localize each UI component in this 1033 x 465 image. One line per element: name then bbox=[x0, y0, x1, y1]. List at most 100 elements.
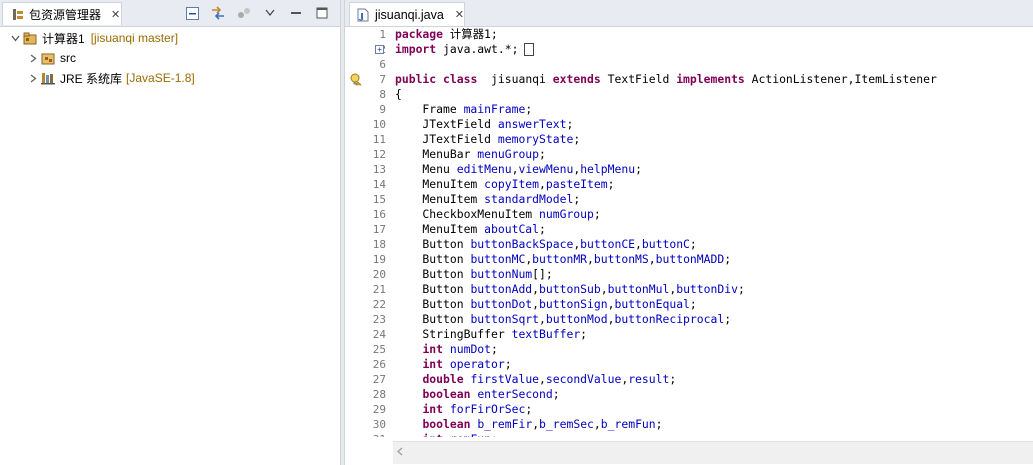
code-token: MenuItem bbox=[395, 222, 485, 236]
line-number: 31 bbox=[345, 432, 393, 437]
code-line[interactable]: MenuItem standardModel; bbox=[395, 192, 937, 207]
line-number-text: 15 bbox=[372, 193, 386, 206]
code-area[interactable]: 12+6 7 8 9 10 11 12 13 14 15 16 17 18 19 20 21 22 23 24 25 2… bbox=[345, 27, 1033, 437]
code-token: ; bbox=[525, 102, 533, 116]
maximize-icon[interactable] bbox=[314, 5, 330, 21]
code-line[interactable]: MenuItem copyItem,pasteItem; bbox=[395, 177, 937, 192]
collapse-all-icon[interactable] bbox=[184, 5, 200, 21]
code-line[interactable]: Frame mainFrame; bbox=[395, 102, 937, 117]
code-line[interactable]: Button buttonNum[]; bbox=[395, 267, 937, 282]
line-number: 15 bbox=[345, 192, 393, 207]
code-line[interactable]: int remFun; bbox=[395, 432, 937, 437]
code-line[interactable]: Button buttonBackSpace,buttonCE,buttonC; bbox=[395, 237, 937, 252]
field-token: b_remFun bbox=[600, 417, 656, 431]
field-token: menuGroup bbox=[477, 147, 540, 161]
code-line[interactable]: double firstValue,secondValue,result; bbox=[395, 372, 937, 387]
code-token: Frame bbox=[395, 102, 464, 116]
chevron-right-icon[interactable] bbox=[26, 73, 40, 83]
chevron-left-icon[interactable] bbox=[397, 447, 403, 459]
code-token: ; bbox=[724, 252, 732, 266]
code-token: ; bbox=[655, 417, 663, 431]
code-token: ; bbox=[525, 402, 533, 416]
editor-tab-jisuanqi[interactable]: jisuanqi.java ✕ bbox=[349, 2, 465, 26]
code-token: ; bbox=[689, 237, 697, 251]
field-token: memoryState bbox=[497, 132, 574, 146]
code-line[interactable]: MenuItem aboutCal; bbox=[395, 222, 937, 237]
field-token: buttonMS bbox=[593, 252, 649, 266]
code-line[interactable]: MenuBar menuGroup; bbox=[395, 147, 937, 162]
line-number: 28 bbox=[345, 387, 393, 402]
close-icon[interactable]: ✕ bbox=[111, 8, 120, 21]
code-line[interactable]: { bbox=[395, 87, 937, 102]
code-line[interactable]: package 计算器1; bbox=[395, 27, 937, 42]
line-number: 24 bbox=[345, 327, 393, 342]
code-token: Button bbox=[395, 297, 471, 311]
field-token: viewMenu bbox=[518, 162, 574, 176]
code-token: ; bbox=[689, 297, 697, 311]
view-menu-icon[interactable] bbox=[262, 5, 278, 21]
keyword-token: int bbox=[422, 402, 444, 416]
chevron-down-icon[interactable] bbox=[8, 35, 22, 42]
tree-item-src[interactable]: src bbox=[0, 48, 340, 68]
code-line[interactable]: int forFirOrSec; bbox=[395, 402, 937, 417]
code-token: , bbox=[587, 252, 594, 266]
code-line[interactable]: public class jisuanqi extends TextField … bbox=[395, 72, 937, 87]
minimize-icon[interactable] bbox=[288, 5, 304, 21]
field-token: buttonMADD bbox=[655, 252, 725, 266]
field-token: editMenu bbox=[456, 162, 512, 176]
code-line[interactable] bbox=[395, 57, 937, 72]
code-line[interactable]: JTextField memoryState; bbox=[395, 132, 937, 147]
code-line[interactable]: CheckboxMenuItem numGroup; bbox=[395, 207, 937, 222]
code-line[interactable]: Button buttonDot,buttonSign,buttonEqual; bbox=[395, 297, 937, 312]
tree-item-project[interactable]: 计算器1 [jisuanqi master] bbox=[0, 28, 340, 48]
code-token: ; bbox=[635, 162, 642, 176]
line-number: 26 bbox=[345, 357, 393, 372]
code-token: Menu bbox=[395, 162, 457, 176]
chevron-right-icon[interactable] bbox=[26, 53, 40, 63]
code-line[interactable]: Menu editMenu,viewMenu,helpMenu; bbox=[395, 162, 937, 177]
code-token: , bbox=[539, 372, 546, 386]
code-token: ; bbox=[593, 207, 601, 221]
code-token: ; bbox=[504, 357, 512, 371]
code-line[interactable]: StringBuffer textBuffer; bbox=[395, 327, 937, 342]
keyword-token: int bbox=[422, 432, 443, 437]
folded-region-marker[interactable] bbox=[524, 43, 535, 56]
line-number: 23 bbox=[345, 312, 393, 327]
fold-expand-icon[interactable]: + bbox=[375, 45, 384, 54]
code-line[interactable]: boolean b_remFir,b_remSec,b_remFun; bbox=[395, 417, 937, 432]
package-explorer-tab-label: 包资源管理器 bbox=[29, 7, 102, 22]
tree-item-jre[interactable]: JRE 系统库 [JavaSE-1.8] bbox=[0, 68, 340, 88]
line-number-text: 30 bbox=[372, 418, 386, 431]
code-token: StringBuffer bbox=[395, 327, 512, 341]
line-number-text: 18 bbox=[372, 238, 386, 251]
code-line[interactable]: boolean enterSecond; bbox=[395, 387, 937, 402]
code-token: { bbox=[395, 87, 402, 101]
horizontal-scrollbar[interactable] bbox=[393, 441, 1033, 464]
line-number: 25 bbox=[345, 342, 393, 357]
link-with-editor-icon[interactable] bbox=[210, 5, 226, 21]
code-line[interactable]: Button buttonAdd,buttonSub,buttonMul,but… bbox=[395, 282, 937, 297]
field-token: buttonMul bbox=[607, 282, 670, 296]
close-icon[interactable]: ✕ bbox=[455, 8, 464, 21]
package-explorer-tab[interactable]: 包资源管理器 ✕ bbox=[2, 2, 122, 25]
code-token: java.awt.*; bbox=[436, 42, 519, 56]
line-number: 1 bbox=[345, 27, 393, 42]
code-line[interactable]: Button buttonSqrt,buttonMod,buttonRecipr… bbox=[395, 312, 937, 327]
line-number-text: 1 bbox=[379, 28, 386, 41]
line-number-text: 24 bbox=[372, 328, 386, 341]
code-line[interactable]: Button buttonMC,buttonMR,buttonMS,button… bbox=[395, 252, 937, 267]
code-line[interactable]: int numDot; bbox=[395, 342, 937, 357]
field-token: standardModel bbox=[484, 192, 574, 206]
line-number-ruler: 12+6 7 8 9 10 11 12 13 14 15 16 17 18 19 20 21 22 23 24 25 2… bbox=[345, 27, 393, 437]
focus-on-task-icon[interactable] bbox=[236, 5, 252, 21]
warning-lightbulb-icon[interactable] bbox=[349, 73, 362, 86]
field-token: answerText bbox=[497, 117, 567, 131]
code-text[interactable]: package 计算器1; import java.awt.*; public cl… bbox=[395, 27, 937, 437]
code-line[interactable]: JTextField answerText; bbox=[395, 117, 937, 132]
code-line[interactable]: int operator; bbox=[395, 357, 937, 372]
code-line[interactable]: import java.awt.*; bbox=[395, 42, 937, 57]
